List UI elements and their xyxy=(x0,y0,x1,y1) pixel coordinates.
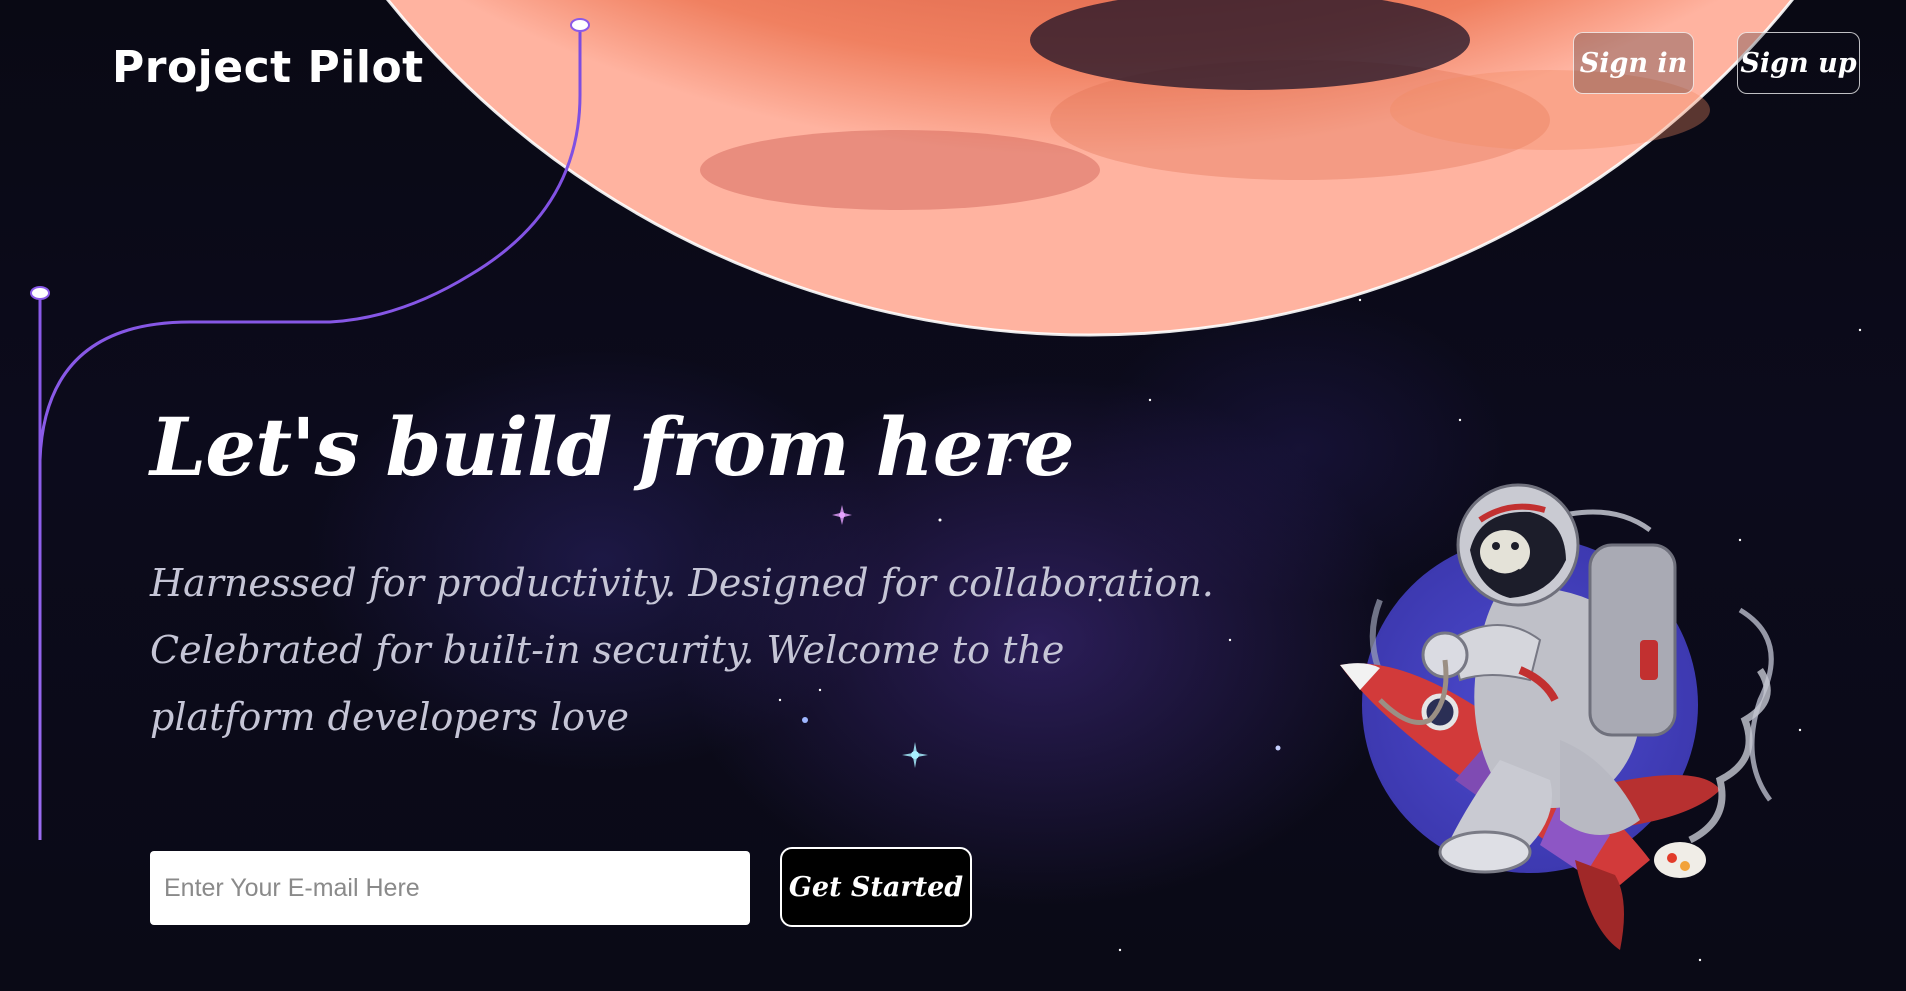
astronaut-rocket-illustration xyxy=(1340,483,1774,950)
hero-headline: Let's build from here xyxy=(150,400,1075,494)
sign-in-button[interactable]: Sign in xyxy=(1573,32,1694,94)
email-input[interactable] xyxy=(150,851,750,925)
sign-up-button[interactable]: Sign up xyxy=(1737,32,1860,94)
timeline-node-icon xyxy=(570,18,590,32)
logo[interactable]: Project Pilot xyxy=(112,42,424,93)
hero-subtext: Harnessed for productivity. Designed for… xyxy=(150,561,1214,739)
get-started-button[interactable]: Get Started xyxy=(780,847,972,927)
background-illustrations xyxy=(30,0,1862,962)
timeline-node-icon xyxy=(30,286,50,300)
